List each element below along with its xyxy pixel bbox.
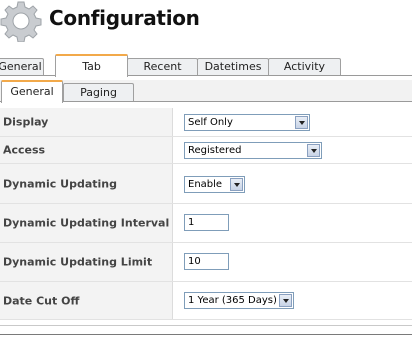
dynamic-updating-label: Dynamic Updating	[3, 177, 117, 190]
subtab-paging[interactable]: Paging	[63, 83, 134, 101]
tab-recent[interactable]: Recent	[127, 58, 198, 75]
row-access: Access Registered	[0, 137, 412, 164]
date-cut-off-select[interactable]: 1 Year (365 Days)	[184, 292, 294, 309]
main-tabs: General Tab Recent Datetimes Activity	[0, 54, 412, 77]
gear-icon	[0, 1, 42, 42]
display-label: Display	[3, 115, 49, 129]
row-display: Display Self Only	[0, 108, 412, 137]
dynamic-updating-limit-input[interactable]: 10	[184, 253, 229, 270]
footer-divider	[0, 325, 412, 326]
dynamic-updating-limit-label: Dynamic Updating Limit	[3, 255, 153, 269]
chevron-down-icon[interactable]	[230, 178, 243, 191]
row-dynamic-updating-limit: Dynamic Updating Limit 10	[0, 243, 412, 282]
display-value: Self Only	[188, 117, 233, 128]
page-title: Configuration	[49, 6, 200, 30]
date-cut-off-value: 1 Year (365 Days)	[188, 295, 277, 306]
dynamic-updating-interval-label: Dynamic Updating Interval	[3, 216, 170, 230]
tab-activity[interactable]: Activity	[268, 58, 341, 75]
subtab-general[interactable]: General	[1, 80, 63, 103]
chevron-down-icon[interactable]	[295, 116, 308, 129]
access-select[interactable]: Registered	[184, 142, 322, 159]
dynamic-updating-value: Enable	[188, 179, 223, 190]
chevron-down-icon[interactable]	[307, 144, 320, 157]
tab-tab[interactable]: Tab	[55, 54, 128, 77]
page-header: Configuration	[0, 0, 412, 42]
date-cut-off-label: Date Cut Off	[3, 294, 80, 307]
tab-general[interactable]: General	[0, 58, 44, 75]
tab-datetimes[interactable]: Datetimes	[197, 58, 269, 75]
dynamic-updating-select[interactable]: Enable	[184, 176, 245, 193]
row-dynamic-updating-interval: Dynamic Updating Interval 1	[0, 204, 412, 243]
row-dynamic-updating: Dynamic Updating Enable	[0, 164, 412, 204]
display-select[interactable]: Self Only	[184, 114, 310, 131]
access-value: Registered	[188, 145, 242, 156]
dynamic-updating-interval-input[interactable]: 1	[184, 214, 229, 231]
chevron-down-icon[interactable]	[279, 294, 292, 307]
footer-border	[0, 334, 412, 335]
sub-tabs: General Paging	[0, 80, 412, 103]
row-date-cut-off: Date Cut Off 1 Year (365 Days)	[0, 282, 412, 320]
access-label: Access	[3, 143, 46, 157]
